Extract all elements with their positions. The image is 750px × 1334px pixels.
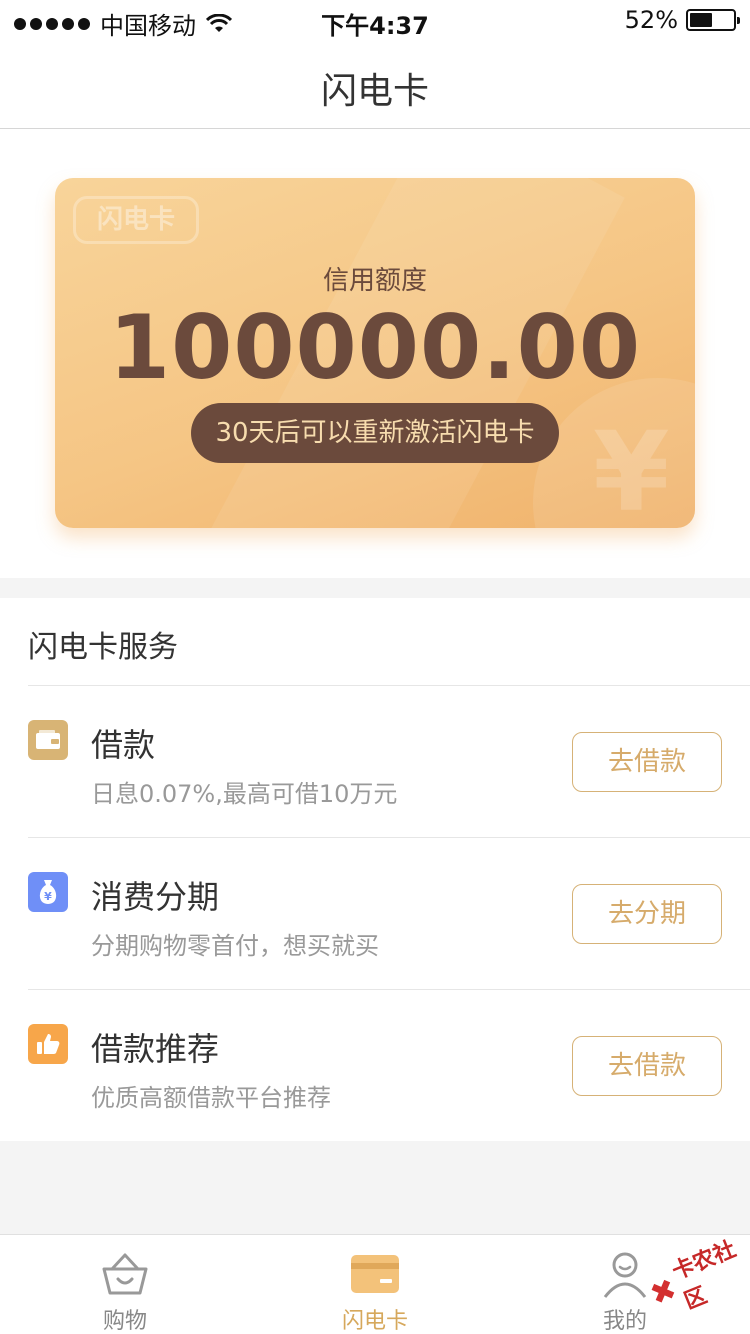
credit-limit-amount: 100000.00: [108, 296, 642, 399]
yen-icon: ¥: [593, 408, 670, 528]
money-bag-icon: ¥: [28, 872, 68, 912]
tab-label: 闪电卡: [341, 1309, 408, 1334]
tab-bar: 购物 闪电卡 我的: [0, 1234, 750, 1334]
thumbs-up-icon: [28, 1024, 68, 1064]
service-subtitle: 优质高额借款平台推荐: [91, 1084, 331, 1112]
card-watermark: 闪电卡: [73, 196, 199, 244]
services-section: 闪电卡服务 借款 日息0.07%,最高可借10万元 去借款 ¥ 消费分期 分期购…: [0, 598, 750, 1141]
services-title: 闪电卡服务: [28, 630, 178, 665]
svg-text:¥: ¥: [44, 890, 52, 903]
battery-fill: [690, 13, 712, 27]
status-right: 52%: [624, 6, 740, 34]
go-loan-button[interactable]: 去借款: [572, 732, 722, 792]
tab-label: 购物: [102, 1309, 147, 1334]
reactivate-notice: 30天后可以重新激活闪电卡: [191, 403, 559, 463]
service-row-loan[interactable]: 借款 日息0.07%,最高可借10万元 去借款: [0, 686, 750, 838]
wallet-icon: [28, 720, 68, 760]
battery-icon: [686, 9, 740, 31]
go-loan-button[interactable]: 去借款: [572, 1036, 722, 1096]
status-bar: 中国移动 下午4:37 52%: [0, 0, 750, 40]
service-title: 消费分期: [91, 878, 220, 916]
service-row-installment[interactable]: ¥ 消费分期 分期购物零首付，想买就买 去分期: [0, 838, 750, 990]
service-subtitle: 分期购物零首付，想买就买: [91, 932, 379, 960]
tab-flash-card[interactable]: 闪电卡: [295, 1235, 455, 1334]
battery-percent: 52%: [624, 6, 678, 34]
tab-shopping[interactable]: 购物: [45, 1235, 205, 1334]
go-installment-button[interactable]: 去分期: [572, 884, 722, 944]
card-icon: [351, 1255, 399, 1293]
credit-limit-label: 信用额度: [322, 266, 427, 296]
service-row-recommend[interactable]: 借款推荐 优质高额借款平台推荐 去借款: [0, 990, 750, 1142]
service-subtitle: 日息0.07%,最高可借10万元: [91, 780, 398, 808]
service-title: 借款推荐: [91, 1030, 220, 1068]
service-title: 借款: [91, 726, 156, 764]
screen: 中国移动 下午4:37 52% 闪电卡 ¥ 闪电卡 信用额度 100000.00: [0, 0, 750, 1334]
nav-bar: 闪电卡: [0, 40, 750, 129]
page-title: 闪电卡: [320, 71, 429, 112]
basket-icon: [102, 1253, 148, 1295]
credit-card[interactable]: ¥ 闪电卡 信用额度 100000.00 30天后可以重新激活闪电卡: [55, 178, 695, 528]
card-section: ¥ 闪电卡 信用额度 100000.00 30天后可以重新激活闪电卡: [0, 129, 750, 578]
